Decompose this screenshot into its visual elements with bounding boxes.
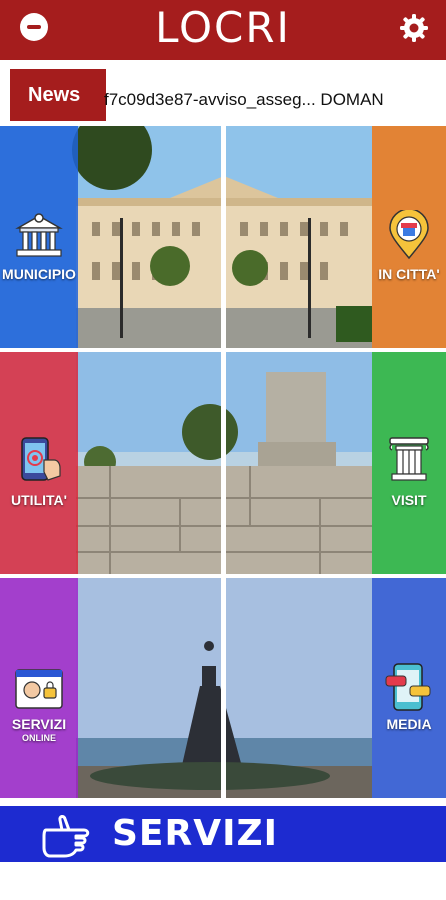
news-badge: News [10, 69, 106, 121]
grid-divider [221, 126, 226, 802]
tile-label: UTILITA' [11, 492, 67, 508]
tile-label: MEDIA [386, 716, 432, 732]
tile-visit[interactable]: VISIT [372, 352, 446, 574]
servizi-online-banner[interactable]: SERVIZI ONLINE [0, 806, 446, 898]
tile-utilita[interactable]: UTILITA' [0, 352, 78, 574]
shop-pin-icon [384, 208, 434, 260]
tile-in-citta[interactable]: IN CITTA' [372, 126, 446, 348]
news-ticker-text[interactable]: f7c09d3e87-avviso_asseg... DOMAN [104, 90, 384, 110]
column-icon [384, 434, 434, 484]
tile-servizi-online[interactable]: SERVIZI ONLINE [0, 578, 78, 798]
news-ticker[interactable]: News f7c09d3e87-avviso_asseg... DOMAN [0, 60, 446, 126]
tile-municipio[interactable]: MUNICIPIO [0, 126, 78, 348]
tile-label: VISIT [391, 492, 427, 508]
pointing-hand-icon [42, 812, 112, 858]
phone-chat-icon [384, 662, 434, 712]
tile-media[interactable]: MEDIA [372, 578, 446, 798]
banner-label: SERVIZI ONLINE [112, 813, 278, 898]
phone-tap-icon [14, 434, 64, 484]
id-card-icon [14, 664, 64, 714]
app-title: LOCRI [155, 3, 291, 52]
tile-sublabel: ONLINE [21, 733, 56, 743]
tile-label: IN CITTA' [378, 266, 440, 282]
tile-label: SERVIZI [11, 716, 67, 732]
town-hall-icon [14, 210, 64, 260]
menu-grid: MUNICIPIO IN CITTA' UTILITA' VISIT SERVI… [0, 126, 446, 802]
app-header: LOCRI [0, 0, 446, 60]
tile-label: MUNICIPIO [2, 266, 76, 282]
gear-icon[interactable] [398, 12, 430, 44]
